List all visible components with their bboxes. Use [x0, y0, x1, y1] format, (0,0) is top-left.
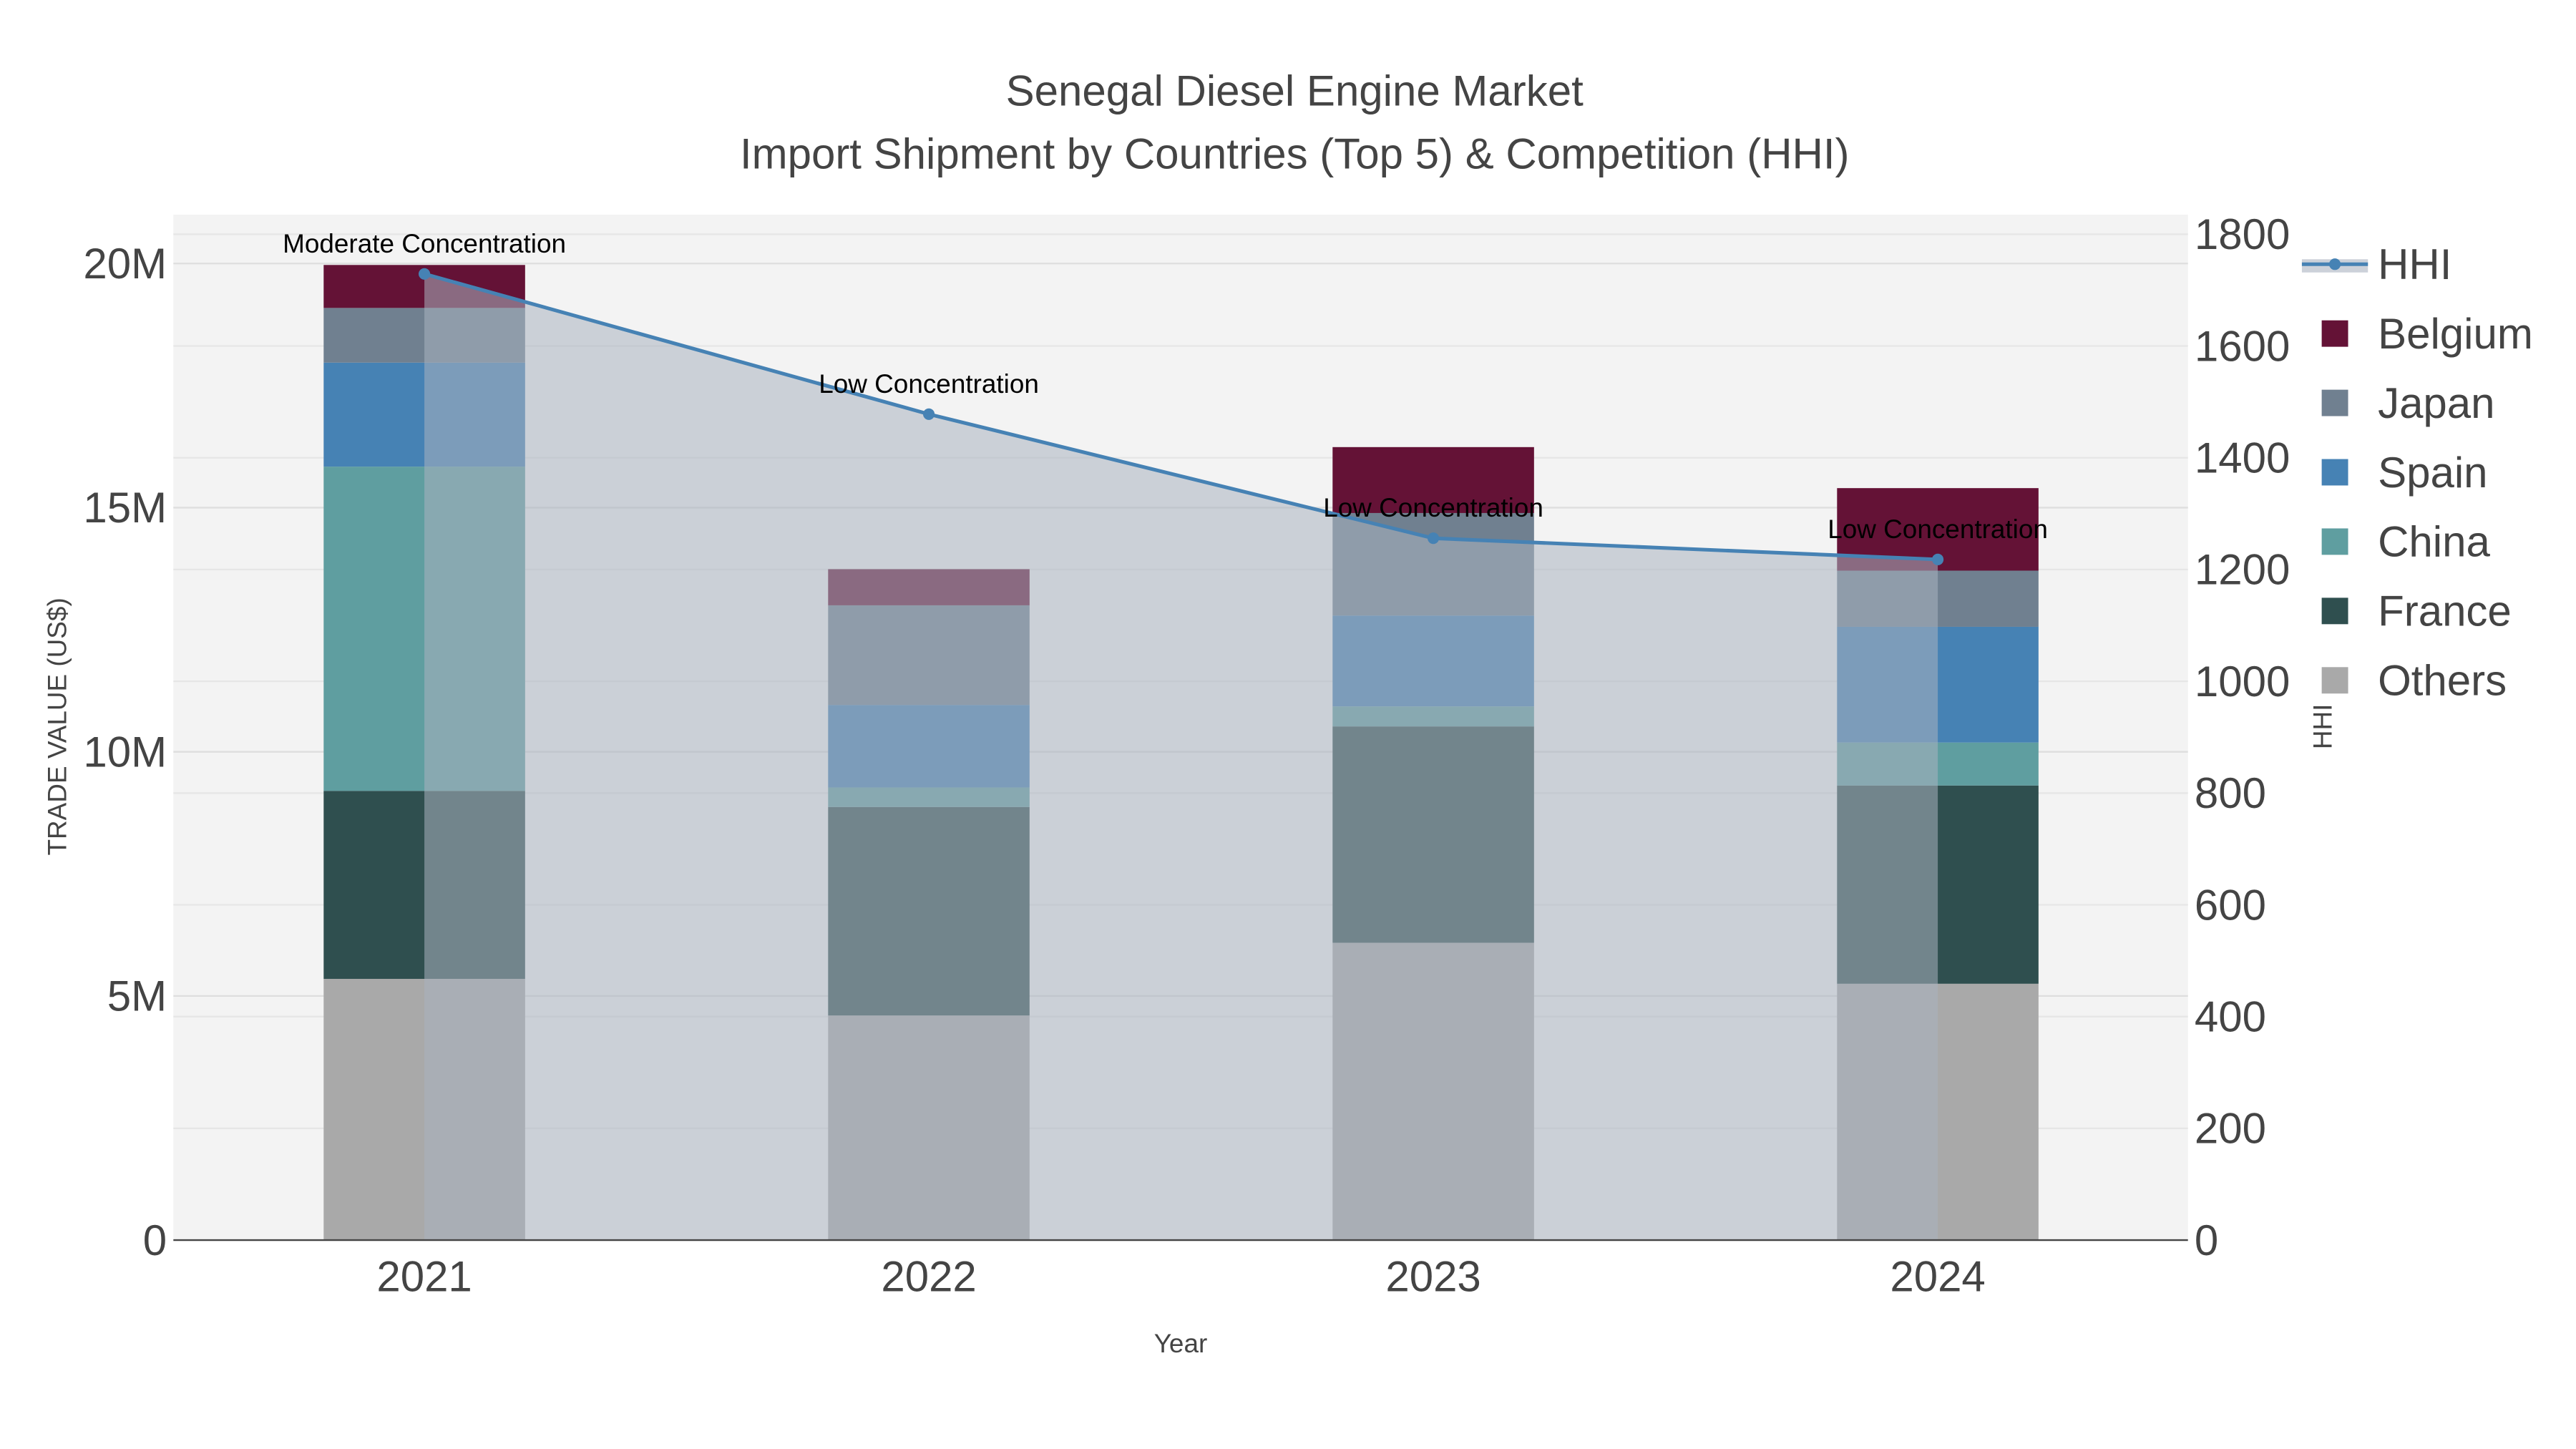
legend-swatch-france	[2321, 597, 2348, 625]
y2-tick-label: 1000	[2195, 658, 2290, 706]
y-tick-label: 20M	[83, 240, 167, 288]
hhi-point-2024	[1932, 553, 1944, 565]
y-tick-label: 15M	[83, 484, 167, 532]
legend-label-hhi: HHI	[2378, 240, 2451, 288]
x-tick-label: 2022	[881, 1253, 976, 1301]
legend-label-belgium: Belgium	[2378, 310, 2533, 358]
y-tick-label: 5M	[107, 972, 167, 1020]
chart: Moderate Concentration Low Concentration L…	[42, 67, 2533, 1358]
x-tick-label: 2021	[376, 1253, 472, 1301]
x-tick-label: 2023	[1385, 1253, 1480, 1301]
x-axis-title: Year	[1154, 1329, 1208, 1358]
y-axis-title: TRADE VALUE (US$)	[42, 597, 72, 855]
y2-tick-label: 800	[2195, 769, 2266, 817]
y2-tick-label: 600	[2195, 881, 2266, 929]
legend-swatch-hhi-marker	[2329, 258, 2341, 270]
y2-tick-label: 1600	[2195, 322, 2290, 370]
y2-axis-title: HHI	[2308, 704, 2337, 750]
hhi-annotation: Low Concentration	[1323, 493, 1543, 522]
chart-subtitle: Import Shipment by Countries (Top 5) & C…	[740, 130, 1850, 177]
legend-label-japan: Japan	[2378, 379, 2494, 427]
y-tick-label: 0	[143, 1216, 167, 1264]
legend: HHI Belgium Japan Spain China France Others	[2301, 240, 2533, 705]
legend-swatch-belgium	[2321, 320, 2348, 347]
hhi-point-2023	[1428, 532, 1440, 545]
chart-title: Senegal Diesel Engine Market	[1006, 67, 1584, 115]
hhi-annotation: Moderate Concentration	[283, 229, 566, 258]
y2-tick-label: 200	[2195, 1105, 2266, 1153]
hhi-annotation: Low Concentration	[1828, 514, 2048, 544]
hhi-annotation: Low Concentration	[819, 369, 1039, 399]
legend-label-spain: Spain	[2378, 449, 2487, 497]
hhi-point-2021	[419, 268, 431, 280]
legend-swatch-others	[2321, 667, 2348, 694]
y-tick-label: 10M	[83, 728, 167, 776]
y2-tick-label: 1400	[2195, 434, 2290, 482]
legend-label-others: Others	[2378, 657, 2507, 705]
legend-label-china: China	[2378, 518, 2490, 566]
y2-tick-label: 1200	[2195, 546, 2290, 594]
legend-swatch-china	[2321, 528, 2348, 555]
legend-label-france: France	[2378, 587, 2512, 635]
y2-tick-label: 0	[2195, 1216, 2218, 1264]
x-tick-label: 2024	[1890, 1253, 1985, 1301]
y2-tick-label: 400	[2195, 992, 2266, 1040]
legend-swatch-spain	[2321, 459, 2348, 486]
hhi-point-2022	[923, 408, 935, 420]
y2-tick-label: 1800	[2195, 210, 2290, 258]
legend-swatch-japan	[2321, 389, 2348, 416]
